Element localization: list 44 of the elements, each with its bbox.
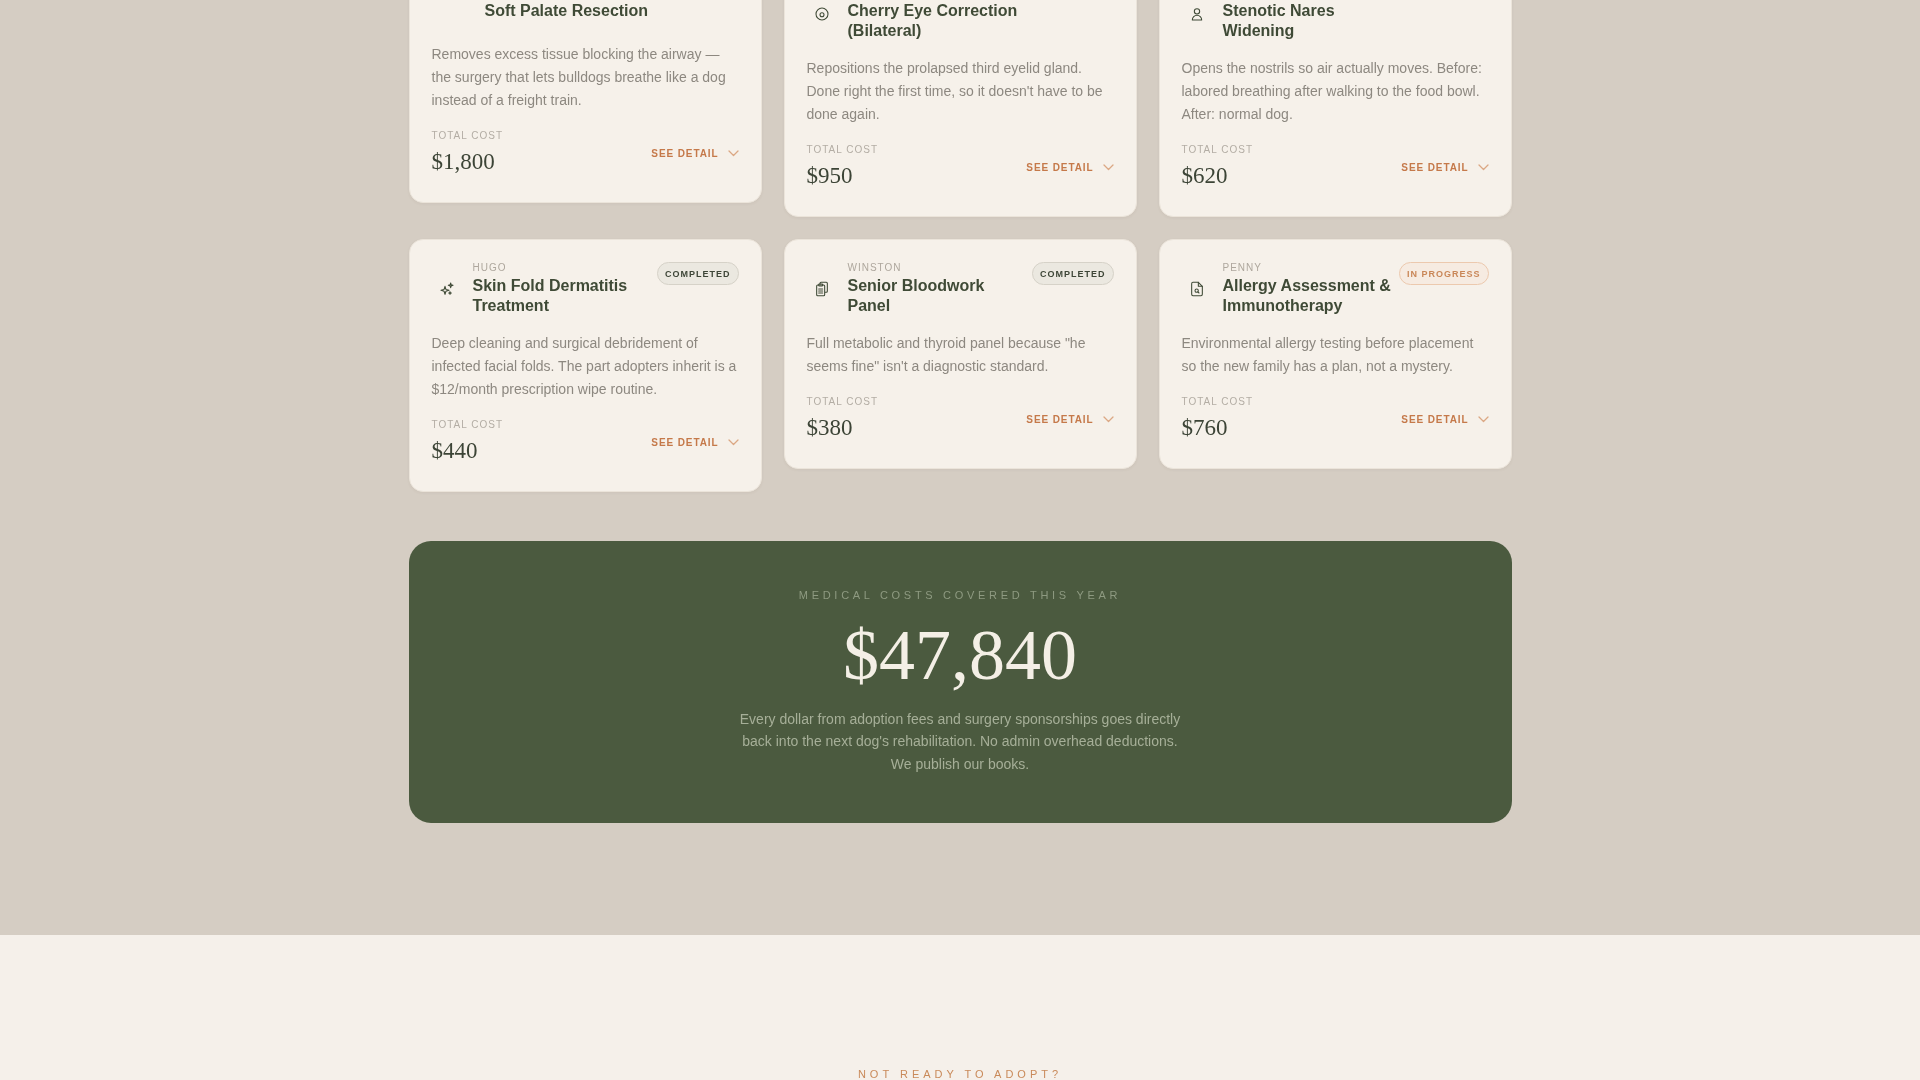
status-badge: IN PROGRESS <box>1399 262 1489 285</box>
summary-text: Every dollar from adoption fees and surgery sponsorships goes directly back into the next dog's rehabilitation. No admin overhead deductions. We publish our books. <box>738 710 1182 774</box>
circle-dot-icon <box>813 6 830 22</box>
see-detail-button[interactable]: SEE DETAIL <box>651 436 739 448</box>
pet-name: WINSTON <box>847 262 903 274</box>
procedure-description: Environmental allergy testing before placement so the new family has a plan, not a mystery. <box>1181 333 1475 376</box>
procedure-title: Senior Bloodwork Panel <box>847 276 986 316</box>
cost-amount: $440 <box>431 437 479 465</box>
see-detail-button[interactable]: SEE DETAIL <box>651 147 739 159</box>
pet-name: HUGO <box>472 262 508 274</box>
procedure-title: Stenotic Nares Widening <box>1222 1 1336 41</box>
procedure-description: Opens the nostrils so air actually moves. Before: labored breathing after walking to the food bowl. After: normal dog. <box>1181 58 1483 124</box>
cost-amount: $950 <box>806 162 854 190</box>
see-detail-button[interactable]: SEE DETAIL <box>1026 413 1114 425</box>
cost-label: TOTAL COST <box>431 130 503 142</box>
cost-label: TOTAL COST <box>431 419 503 431</box>
pet-name: PENNY <box>1222 262 1263 274</box>
cost-label: TOTAL COST <box>1181 144 1253 156</box>
see-detail-button[interactable]: SEE DETAIL <box>1401 161 1489 173</box>
procedure-title: Skin Fold Dermatitis Treatment <box>472 276 629 316</box>
section-eyebrow: NOT READY TO ADOPT? <box>857 1068 1063 1080</box>
cost-label: TOTAL COST <box>806 144 878 156</box>
procedure-description: Deep cleaning and surgical debridement of infected facial folds. The part adopters inherit is a $12/month prescription wipe routine. <box>431 333 738 399</box>
summary-total: $47,840 <box>843 619 1077 691</box>
procedure-title: Soft Palate Resection <box>484 1 650 21</box>
procedure-description: Removes excess tissue blocking the airway — the surgery that lets bulldogs breathe like a dog instead of a freight train. <box>431 44 727 110</box>
cost-amount: $620 <box>1181 162 1229 190</box>
summary-label: MEDICAL COSTS COVERED THIS YEAR <box>798 588 1122 602</box>
cost-label: TOTAL COST <box>806 396 878 408</box>
file-search-icon <box>1188 281 1205 297</box>
sparkles-icon <box>438 281 455 297</box>
cost-amount: $380 <box>806 414 854 442</box>
see-detail-button[interactable]: SEE DETAIL <box>1026 161 1114 173</box>
procedure-title: Cherry Eye Correction (Bilateral) <box>847 1 1019 41</box>
cost-label: TOTAL COST <box>1181 396 1253 408</box>
clipboard-icon <box>813 281 830 297</box>
see-detail-button[interactable]: SEE DETAIL <box>1401 413 1489 425</box>
status-badge: COMPLETED <box>1032 262 1114 285</box>
status-badge: COMPLETED <box>657 262 739 285</box>
procedure-title: Allergy Assessment & Immunotherapy <box>1222 276 1392 316</box>
cost-amount: $1,800 <box>431 148 496 176</box>
cost-amount: $760 <box>1181 414 1229 442</box>
procedure-description: Full metabolic and thyroid panel because "he seems fine" isn't a diagnostic standard. <box>806 333 1087 376</box>
procedure-description: Repositions the prolapsed third eyelid gland. Done right the first time, so it doesn't have to be done again. <box>806 58 1104 124</box>
